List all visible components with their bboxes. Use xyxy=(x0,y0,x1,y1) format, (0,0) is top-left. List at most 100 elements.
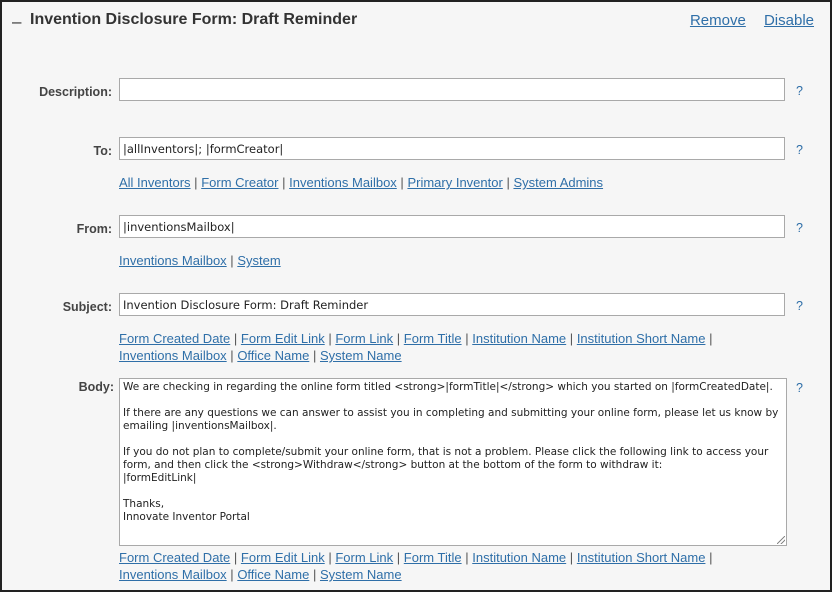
body-paragraph-3: If you do not plan to complete/submit yo… xyxy=(123,446,769,484)
to-input[interactable] xyxy=(119,137,785,160)
from-insert-system-link[interactable]: System xyxy=(237,253,280,268)
subject-insert-form-link-link[interactable]: Form Link xyxy=(335,331,393,346)
subject-insert-form-title-link[interactable]: Form Title xyxy=(404,331,462,346)
link-separator: | xyxy=(233,331,238,346)
link-separator: | xyxy=(396,550,401,565)
link-separator: | xyxy=(465,550,469,565)
subject-insert-token: Office Name | xyxy=(237,348,316,363)
email-template-panel: – Invention Disclosure Form: Draft Remin… xyxy=(0,0,832,592)
body-insert-form-title-link[interactable]: Form Title xyxy=(404,550,462,565)
body-paragraph-4: Thanks, Innovate Inventor Portal xyxy=(123,498,250,523)
subject-insert-inventions-mailbox-link[interactable]: Inventions Mailbox xyxy=(119,348,227,363)
body-insert-token: Form Title | xyxy=(404,550,469,565)
body-insert-token: Inventions Mailbox | xyxy=(119,567,234,582)
to-insert-system-admins-link[interactable]: System Admins xyxy=(513,175,603,190)
from-links: Inventions Mailbox | System xyxy=(119,252,739,269)
subject-insert-token: System Name xyxy=(320,348,402,363)
body-insert-token: Institution Short Name | xyxy=(577,550,713,565)
link-separator: | xyxy=(233,550,238,565)
to-help-icon[interactable]: ? xyxy=(796,143,803,157)
link-separator: | xyxy=(312,348,317,363)
to-insert-form-creator-link[interactable]: Form Creator xyxy=(201,175,278,190)
body-insert-token: Form Link | xyxy=(335,550,400,565)
body-insert-token: Form Edit Link | xyxy=(241,550,332,565)
subject-insert-institution-short-name-link[interactable]: Institution Short Name xyxy=(577,331,706,346)
subject-insert-institution-name-link[interactable]: Institution Name xyxy=(472,331,566,346)
from-insert-token: System xyxy=(237,253,280,268)
link-separator: | xyxy=(400,175,404,190)
to-insert-token: System Admins xyxy=(513,175,603,190)
body-insert-token: Institution Name | xyxy=(472,550,573,565)
subject-insert-token: Institution Short Name | xyxy=(577,331,713,346)
description-input[interactable] xyxy=(119,78,785,101)
to-links: All Inventors | Form Creator | Invention… xyxy=(119,174,739,191)
body-insert-institution-name-link[interactable]: Institution Name xyxy=(472,550,566,565)
from-help-icon[interactable]: ? xyxy=(796,221,803,235)
body-insert-form-created-date-link[interactable]: Form Created Date xyxy=(119,550,230,565)
panel-header: – Invention Disclosure Form: Draft Remin… xyxy=(12,10,822,34)
from-input[interactable] xyxy=(119,215,785,238)
remove-link[interactable]: Remove xyxy=(690,12,746,29)
subject-insert-office-name-link[interactable]: Office Name xyxy=(237,348,309,363)
link-separator: | xyxy=(230,253,234,268)
body-help-icon[interactable]: ? xyxy=(796,381,803,395)
disable-link[interactable]: Disable xyxy=(764,12,814,29)
to-insert-token: Form Creator | xyxy=(201,175,285,190)
link-separator: | xyxy=(709,331,713,346)
subject-insert-token: Form Title | xyxy=(404,331,469,346)
subject-help-icon[interactable]: ? xyxy=(796,299,803,313)
description-label: Description: xyxy=(39,85,112,99)
body-textarea[interactable]: We are checking in regarding the online … xyxy=(119,378,787,546)
body-insert-institution-short-name-link[interactable]: Institution Short Name xyxy=(577,550,706,565)
from-insert-inventions-mailbox-link[interactable]: Inventions Mailbox xyxy=(119,253,227,268)
subject-insert-token: Form Link | xyxy=(335,331,400,346)
to-label: To: xyxy=(93,144,112,158)
link-separator: | xyxy=(506,175,510,190)
body-insert-office-name-link[interactable]: Office Name xyxy=(237,567,309,582)
link-separator: | xyxy=(396,331,401,346)
panel-title: Invention Disclosure Form: Draft Reminde… xyxy=(30,11,358,28)
body-label: Body: xyxy=(78,380,114,394)
description-help-icon[interactable]: ? xyxy=(796,84,803,98)
to-insert-token: Primary Inventor | xyxy=(407,175,509,190)
to-insert-all-inventors-link[interactable]: All Inventors xyxy=(119,175,191,190)
to-insert-token: Inventions Mailbox | xyxy=(289,175,404,190)
to-insert-primary-inventor-link[interactable]: Primary Inventor xyxy=(407,175,502,190)
link-separator: | xyxy=(194,175,198,190)
subject-insert-token: Form Created Date | xyxy=(119,331,237,346)
link-separator: | xyxy=(569,331,574,346)
body-insert-token: System Name xyxy=(320,567,402,582)
to-insert-token: All Inventors | xyxy=(119,175,198,190)
body-insert-inventions-mailbox-link[interactable]: Inventions Mailbox xyxy=(119,567,227,582)
body-links: Form Created Date | Form Edit Link | For… xyxy=(119,549,739,583)
link-separator: | xyxy=(709,550,713,565)
body-paragraph-1: We are checking in regarding the online … xyxy=(123,381,773,393)
subject-insert-form-created-date-link[interactable]: Form Created Date xyxy=(119,331,230,346)
link-separator: | xyxy=(569,550,574,565)
body-insert-form-link-link[interactable]: Form Link xyxy=(335,550,393,565)
header-actions: Remove Disable xyxy=(676,12,814,29)
link-separator: | xyxy=(465,331,469,346)
from-label: From: xyxy=(76,222,112,236)
link-separator: | xyxy=(312,567,317,582)
to-insert-inventions-mailbox-link[interactable]: Inventions Mailbox xyxy=(289,175,397,190)
resize-grip-icon[interactable] xyxy=(777,536,785,544)
collapse-toggle[interactable]: – xyxy=(12,12,21,32)
link-separator: | xyxy=(328,331,332,346)
subject-insert-token: Inventions Mailbox | xyxy=(119,348,234,363)
link-separator: | xyxy=(230,348,234,363)
link-separator: | xyxy=(230,567,234,582)
body-insert-system-name-link[interactable]: System Name xyxy=(320,567,402,582)
subject-label: Subject: xyxy=(62,300,112,314)
body-paragraph-2: If there are any questions we can answer… xyxy=(123,407,782,432)
subject-insert-token: Form Edit Link | xyxy=(241,331,332,346)
subject-insert-form-edit-link-link[interactable]: Form Edit Link xyxy=(241,331,325,346)
body-insert-form-edit-link-link[interactable]: Form Edit Link xyxy=(241,550,325,565)
from-insert-token: Inventions Mailbox | xyxy=(119,253,234,268)
body-insert-token: Office Name | xyxy=(237,567,316,582)
subject-insert-system-name-link[interactable]: System Name xyxy=(320,348,402,363)
body-insert-token: Form Created Date | xyxy=(119,550,237,565)
subject-links: Form Created Date | Form Edit Link | For… xyxy=(119,330,739,364)
subject-input[interactable] xyxy=(119,293,785,316)
subject-insert-token: Institution Name | xyxy=(472,331,573,346)
